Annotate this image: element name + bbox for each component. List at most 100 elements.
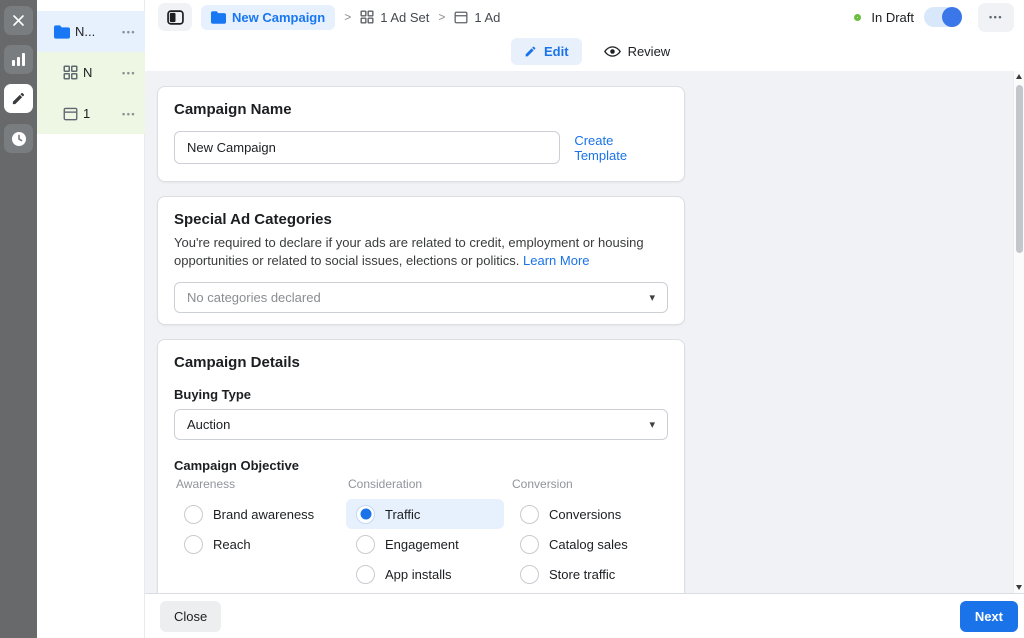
option-label: Brand awareness xyxy=(213,507,314,522)
eye-icon xyxy=(604,45,621,58)
breadcrumb-ad[interactable]: 1 Ad xyxy=(454,10,500,25)
pencil-icon xyxy=(524,45,537,58)
objective-option-traffic[interactable]: Traffic xyxy=(346,499,504,529)
objective-columns: Awareness Brand awareness Reach Consider… xyxy=(174,477,668,593)
close-button[interactable]: Close xyxy=(160,601,221,632)
breadcrumb-campaign[interactable]: New Campaign xyxy=(201,5,335,30)
collapse-panel-icon xyxy=(167,10,184,25)
tree-item-label: 1 xyxy=(83,106,90,121)
scrollbar-thumb[interactable] xyxy=(1016,85,1023,253)
folder-icon xyxy=(211,11,226,24)
objective-option-conversions[interactable]: Conversions xyxy=(510,499,680,529)
status-label: In Draft xyxy=(871,10,914,25)
scroll-down-icon[interactable] xyxy=(1016,585,1022,590)
card-title: Special Ad Categories xyxy=(174,211,668,228)
collapse-panel-button[interactable] xyxy=(158,3,192,31)
create-template-link[interactable]: Create Template xyxy=(574,133,668,163)
tree-item-campaign[interactable]: N... ••• xyxy=(37,11,145,52)
pencil-icon xyxy=(11,91,26,106)
campaign-objective-label: Campaign Objective xyxy=(174,458,668,473)
ellipsis-icon: ••• xyxy=(989,12,1003,22)
option-label: Engagement xyxy=(385,537,459,552)
caret-down-icon: ▾ xyxy=(649,418,655,431)
breadcrumb-label: 1 Ad Set xyxy=(380,10,429,25)
tab-edit[interactable]: Edit xyxy=(511,38,582,65)
ellipsis-icon[interactable]: ••• xyxy=(122,27,136,37)
tree-item-label: N xyxy=(83,65,92,80)
clock-icon xyxy=(11,131,27,147)
reports-button[interactable] xyxy=(4,45,33,74)
option-label: Reach xyxy=(213,537,251,552)
special-ad-categories-card: Special Ad Categories You're required to… xyxy=(157,196,685,325)
option-label: Conversions xyxy=(549,507,621,522)
tab-review[interactable]: Review xyxy=(598,38,677,65)
chevron-separator: > xyxy=(344,10,351,24)
ad-set-grid-icon xyxy=(360,10,374,24)
column-header: Awareness xyxy=(174,477,342,493)
column-header: Consideration xyxy=(346,477,504,493)
breadcrumb-label: 1 Ad xyxy=(474,10,500,25)
draft-ring-icon xyxy=(854,14,861,21)
buying-type-dropdown[interactable]: Auction ▾ xyxy=(174,409,668,440)
view-tabs: Edit Review xyxy=(511,38,676,65)
tool-rail xyxy=(0,0,37,638)
card-description: You're required to declare if your ads a… xyxy=(174,234,656,270)
draft-toggle[interactable] xyxy=(924,7,962,27)
edit-pane: Campaign Name Create Template Special Ad… xyxy=(145,71,1024,593)
radio-icon[interactable] xyxy=(356,565,375,584)
card-title: Campaign Details xyxy=(174,354,668,371)
ads-manager-edit-screen: N... ••• N ••• 1 ••• xyxy=(0,0,1024,638)
ellipsis-icon[interactable]: ••• xyxy=(122,109,136,119)
option-label: Traffic xyxy=(385,507,420,522)
objective-option-app-installs[interactable]: App installs xyxy=(346,559,504,589)
radio-icon[interactable] xyxy=(356,535,375,554)
objective-option-engagement[interactable]: Engagement xyxy=(346,529,504,559)
radio-icon[interactable] xyxy=(184,535,203,554)
folder-icon xyxy=(54,25,70,39)
radio-icon[interactable] xyxy=(520,505,539,524)
objective-option-brand-awareness[interactable]: Brand awareness xyxy=(174,499,342,529)
breadcrumb-label: New Campaign xyxy=(232,10,325,25)
radio-icon[interactable] xyxy=(520,565,539,584)
buying-type-label: Buying Type xyxy=(174,387,668,402)
close-editor-button[interactable] xyxy=(4,6,33,35)
objective-column-awareness: Awareness Brand awareness Reach xyxy=(174,477,342,559)
objective-option-store-traffic[interactable]: Store traffic xyxy=(510,559,680,589)
tree-item-label: N... xyxy=(75,24,95,39)
more-options-button[interactable]: ••• xyxy=(978,3,1014,32)
history-button[interactable] xyxy=(4,124,33,153)
scroll-up-icon[interactable] xyxy=(1016,74,1022,79)
categories-dropdown[interactable]: No categories declared ▾ xyxy=(174,282,668,313)
option-label: Catalog sales xyxy=(549,537,628,552)
dropdown-value: Auction xyxy=(187,417,230,432)
content-scrollbar[interactable] xyxy=(1013,71,1024,593)
column-header: Conversion xyxy=(510,477,680,493)
top-header: New Campaign > 1 Ad Set > 1 Ad In Draft xyxy=(145,0,1024,71)
objective-column-conversion: Conversion Conversions Catalog sales Sto… xyxy=(510,477,680,589)
next-button[interactable]: Next xyxy=(960,601,1018,632)
campaign-name-input[interactable] xyxy=(174,131,560,164)
toggle-knob xyxy=(942,7,962,27)
radio-icon[interactable] xyxy=(184,505,203,524)
status-area: In Draft ••• xyxy=(854,2,1014,32)
campaign-details-card: Campaign Details Buying Type Auction ▾ C… xyxy=(157,339,685,593)
tree-item-ad[interactable]: 1 ••• xyxy=(37,93,145,134)
ad-frame-icon xyxy=(454,11,468,24)
objective-option-reach[interactable]: Reach xyxy=(174,529,342,559)
footer-bar: Close Next xyxy=(145,593,1024,638)
radio-selected-icon[interactable] xyxy=(356,505,375,524)
ad-set-grid-icon xyxy=(63,65,78,80)
learn-more-link[interactable]: Learn More xyxy=(523,253,589,268)
tree-item-ad-set[interactable]: N ••• xyxy=(37,52,145,93)
chevron-separator: > xyxy=(438,10,445,24)
edit-mode-button[interactable] xyxy=(4,84,33,113)
campaign-tree-panel: N... ••• N ••• 1 ••• xyxy=(37,0,145,638)
breadcrumb-ad-set[interactable]: 1 Ad Set xyxy=(360,10,429,25)
breadcrumb: New Campaign > 1 Ad Set > 1 Ad xyxy=(158,3,500,31)
dropdown-placeholder: No categories declared xyxy=(187,290,321,305)
radio-icon[interactable] xyxy=(520,535,539,554)
ellipsis-icon[interactable]: ••• xyxy=(122,68,136,78)
ad-frame-icon xyxy=(63,107,78,121)
objective-option-catalog-sales[interactable]: Catalog sales xyxy=(510,529,680,559)
tab-label: Edit xyxy=(544,44,569,59)
